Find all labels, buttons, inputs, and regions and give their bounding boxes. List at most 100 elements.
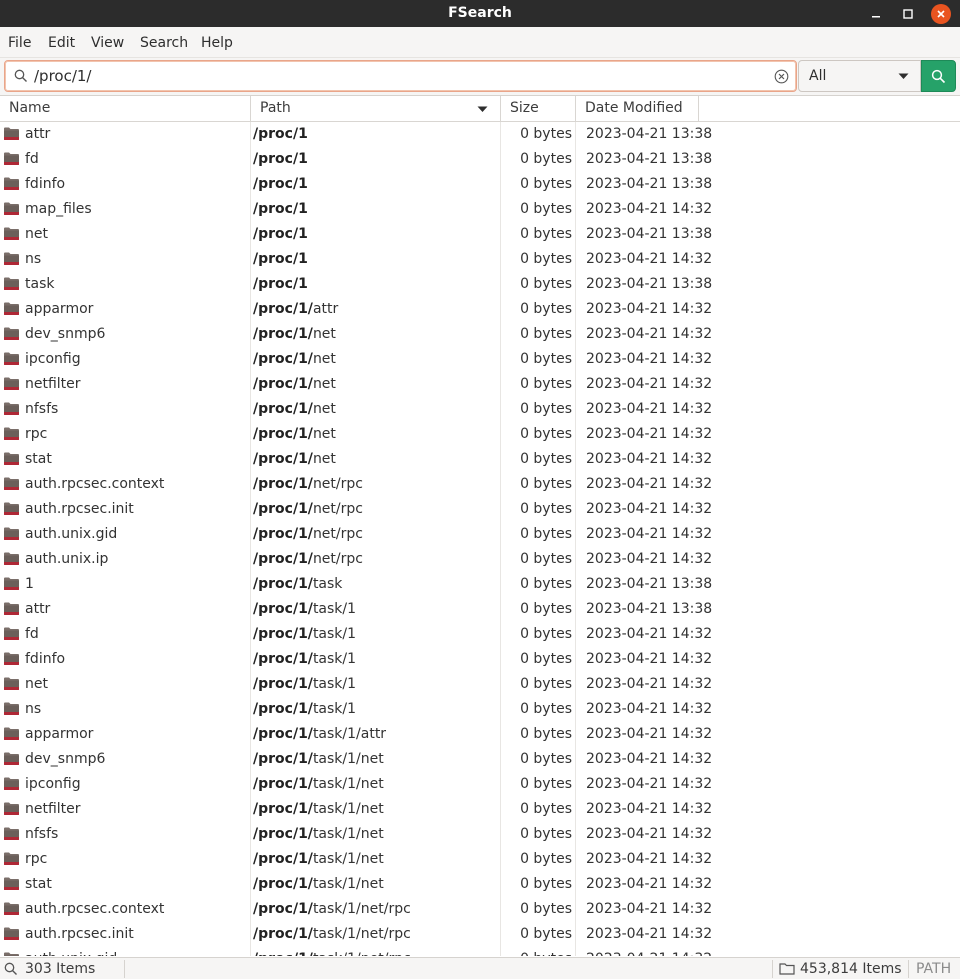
row-path-match: /proc/1/ [253,301,313,317]
table-row[interactable]: auth.unix.ip/proc/1/net/rpc 0 bytes 2023-0… [0,547,960,572]
menu-edit[interactable]: Edit [48,27,75,59]
filter-dropdown[interactable]: All [798,60,921,92]
row-date-modified: 2023-04-21 14:32 [586,501,713,517]
row-path: /proc/1 [253,222,308,247]
row-size: 0 bytes [520,476,572,492]
row-path: /proc/1/net/rpc [253,547,363,572]
table-row[interactable]: net/proc/1 0 bytes 2023-04-21 13:38 [0,222,960,247]
row-name: apparmor [25,726,94,742]
column-header-size[interactable]: Size [501,96,576,122]
table-row[interactable]: ipconfig/proc/1/net 0 bytes 2023-04-21 14:… [0,347,960,372]
folder-icon [4,202,19,215]
table-row[interactable]: fdinfo/proc/1/task/1 0 bytes 2023-04-21 14… [0,647,960,672]
table-row[interactable]: nfsfs/proc/1/task/1/net 0 bytes 2023-04-21… [0,822,960,847]
menu-file[interactable]: File [8,27,31,59]
table-row[interactable]: net/proc/1/task/1 0 bytes 2023-04-21 14:32 [0,672,960,697]
maximize-button[interactable] [898,4,918,24]
folder-icon [4,577,19,590]
search-button[interactable] [921,60,956,92]
row-name: attr [25,601,51,617]
row-path-match: /proc/1/ [253,901,313,917]
table-row[interactable]: rpc/proc/1/net 0 bytes 2023-04-21 14:32 [0,422,960,447]
row-name: rpc [25,426,48,442]
folder-icon [4,802,19,815]
search-input[interactable] [34,66,764,86]
row-path-rest: task [312,576,343,592]
row-path: /proc/1/task/1/net [253,797,384,822]
close-button[interactable] [931,4,951,24]
column-header-path[interactable]: Path [251,96,501,122]
column-header-date-modified[interactable]: Date Modified [576,96,699,122]
column-header-name[interactable]: Name [0,96,251,122]
row-path-match: /proc/1 [253,126,308,142]
search-field[interactable] [4,60,797,92]
table-row[interactable]: auth.rpcsec.context/proc/1/task/1/net/rp… [0,897,960,922]
row-date-modified: 2023-04-21 13:38 [586,576,713,592]
row-path-match: /proc/1/ [253,751,313,767]
row-path: /proc/1/net [253,422,336,447]
clear-icon[interactable] [774,69,789,84]
menu-help[interactable]: Help [201,27,233,59]
row-path-match: /proc/1 [253,176,308,192]
table-row[interactable]: auth.rpcsec.context/proc/1/net/rpc 0 byte… [0,472,960,497]
table-row[interactable]: fd/proc/1 0 bytes 2023-04-21 13:38 [0,147,960,172]
row-name: attr [25,126,51,142]
row-size: 0 bytes [520,676,572,692]
table-row[interactable]: stat/proc/1/task/1/net 0 bytes 2023-04-21 … [0,872,960,897]
row-path-rest: attr [312,301,339,317]
row-path: /proc/1/task/1/net/rpc [253,922,411,947]
table-row[interactable]: attr/proc/1/task/1 0 bytes 2023-04-21 13:3… [0,597,960,622]
table-row[interactable]: stat/proc/1/net 0 bytes 2023-04-21 14:32 [0,447,960,472]
minimize-button[interactable] [866,4,886,24]
menu-bar: File Edit View Search Help [0,27,960,58]
row-path-rest: task/1/net/rpc [313,951,411,956]
table-row[interactable]: netfilter/proc/1/task/1/net 0 bytes 2023-0… [0,797,960,822]
table-row[interactable]: rpc/proc/1/task/1/net 0 bytes 2023-04-21 1… [0,847,960,872]
search-mode-indicator[interactable]: PATH [916,958,951,979]
row-size: 0 bytes [520,751,572,767]
row-date-modified: 2023-04-21 14:32 [586,376,713,392]
table-row[interactable]: fd/proc/1/task/1 0 bytes 2023-04-21 14:32 [0,622,960,647]
table-row[interactable]: auth.rpcsec.init/proc/1/task/1/net/rpc 0 … [0,922,960,947]
database-count: 453,814 Items [800,961,902,977]
results-list[interactable]: attr/proc/1 0 bytes 2023-04-21 13:38 fd/pro… [0,122,960,956]
row-path-rest: task/1/net/rpc [312,901,411,917]
search-bar: All [0,58,960,96]
row-path-rest: net/rpc [312,476,363,492]
row-path: /proc/1/task/1/attr [253,722,386,747]
row-path-match: /proc/1/ [253,651,313,667]
table-row[interactable]: fdinfo/proc/1 0 bytes 2023-04-21 13:38 [0,172,960,197]
table-row[interactable]: map_files/proc/1 0 bytes 2023-04-21 14:32 [0,197,960,222]
table-row[interactable]: apparmor/proc/1/task/1/attr 0 bytes 2023-0… [0,722,960,747]
row-date-modified: 2023-04-21 14:32 [586,901,713,917]
table-row[interactable]: attr/proc/1 0 bytes 2023-04-21 13:38 [0,122,960,147]
row-size: 0 bytes [520,551,572,567]
row-date-modified: 2023-04-21 14:32 [586,551,713,567]
table-row[interactable]: task/proc/1 0 bytes 2023-04-21 13:38 [0,272,960,297]
row-size: 0 bytes [520,401,572,417]
row-name: ipconfig [25,351,81,367]
table-row[interactable]: auth.unix.gid/proc/1/net/rpc 0 bytes 2023-… [0,522,960,547]
row-size: 0 bytes [520,251,572,267]
row-name: fdinfo [25,176,66,192]
row-date-modified: 2023-04-21 13:38 [586,226,713,242]
row-path-match: /proc/1/ [253,801,313,817]
table-row[interactable]: ns/proc/1 0 bytes 2023-04-21 14:32 [0,247,960,272]
table-row[interactable]: nfsfs/proc/1/net 0 bytes 2023-04-21 14:32 [0,397,960,422]
table-row[interactable]: auth.rpcsec.init/proc/1/net/rpc 0 bytes 20… [0,497,960,522]
folder-icon [4,502,19,515]
menu-search[interactable]: Search [140,27,188,59]
table-row[interactable]: ipconfig/proc/1/task/1/net 0 bytes 2023-04… [0,772,960,797]
row-date-modified: 2023-04-21 14:32 [586,201,713,217]
table-row[interactable]: auth.unix.gid/proc/1/task/1/net/rpc 0 byt… [0,947,960,956]
table-row[interactable]: apparmor/proc/1/attr 0 bytes 2023-04-21 14… [0,297,960,322]
row-path-rest: task/1/net [312,776,384,792]
table-row[interactable]: netfilter/proc/1/net 0 bytes 2023-04-21 14… [0,372,960,397]
table-row[interactable]: dev_snmp6/proc/1/net 0 bytes 2023-04-21 14… [0,322,960,347]
menu-view[interactable]: View [91,27,124,59]
row-size: 0 bytes [520,226,572,242]
table-row[interactable]: 1/proc/1/task 0 bytes 2023-04-21 13:38 [0,572,960,597]
table-row[interactable]: ns/proc/1/task/1 0 bytes 2023-04-21 14:32 [0,697,960,722]
folder-icon [4,552,19,565]
table-row[interactable]: dev_snmp6/proc/1/task/1/net 0 bytes 2023-0… [0,747,960,772]
